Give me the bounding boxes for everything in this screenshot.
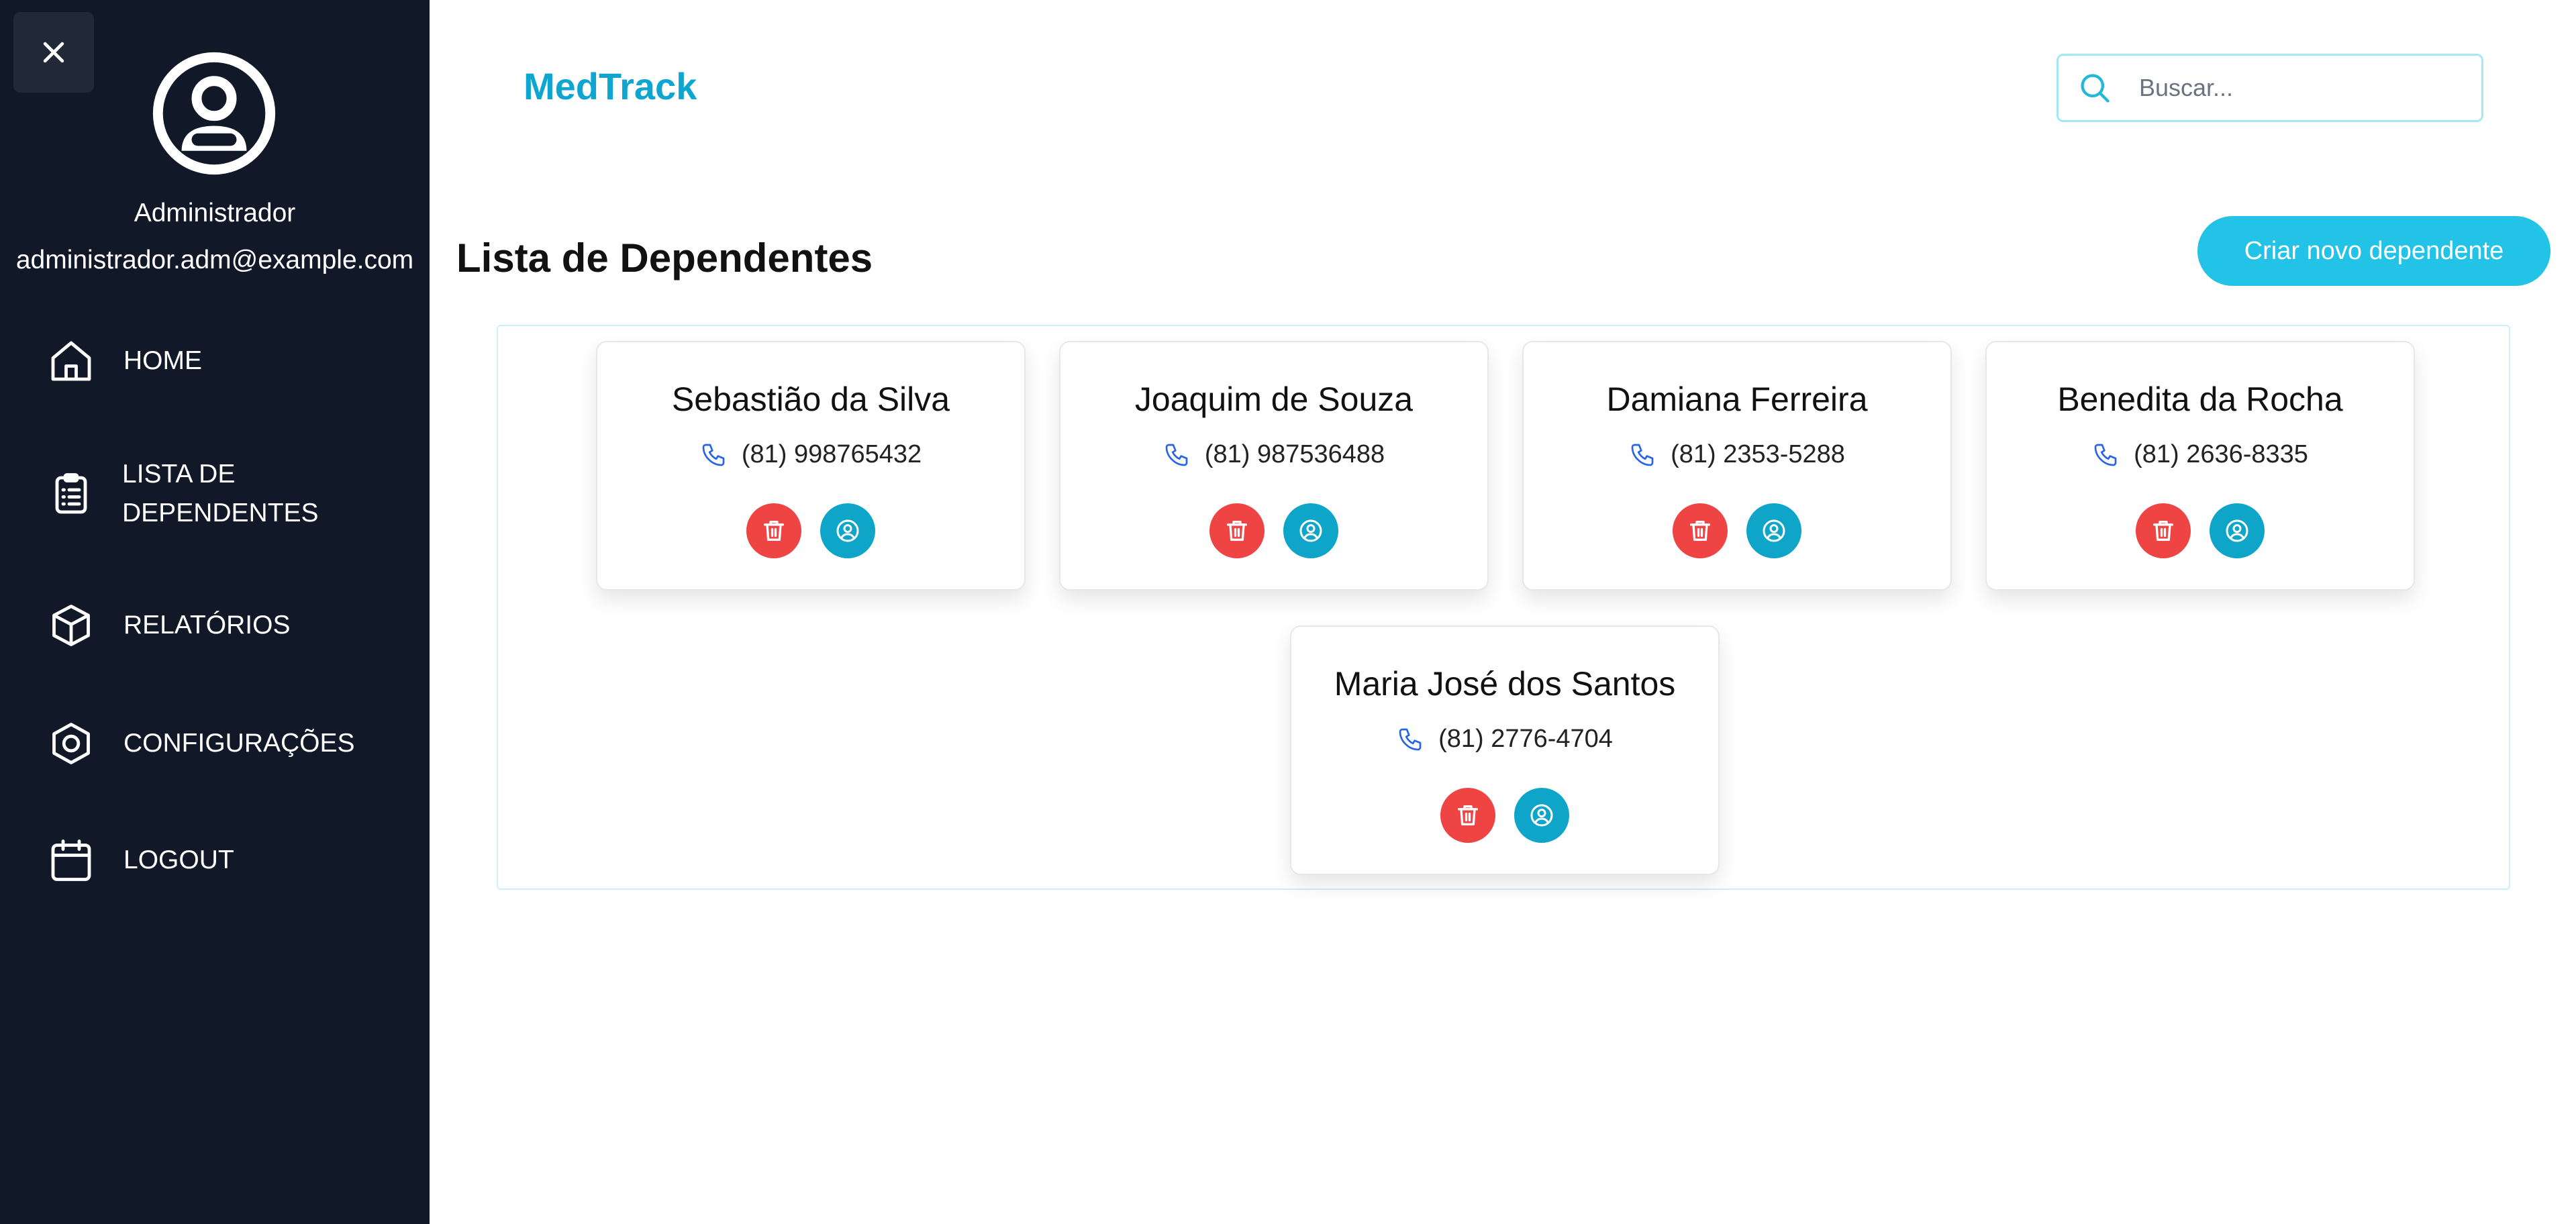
- phone-icon: [702, 444, 725, 466]
- card-actions: [1291, 788, 1718, 843]
- nav-item-home[interactable]: HOME: [47, 337, 409, 385]
- view-profile-button[interactable]: [1283, 503, 1338, 558]
- trash-icon: [1690, 521, 1710, 541]
- close-sidebar-button[interactable]: [13, 12, 94, 93]
- phone-row: (81) 2353-5288: [1524, 440, 1950, 469]
- brand-logo[interactable]: MedTrack: [524, 64, 697, 108]
- user-name: Administrador: [134, 199, 296, 227]
- dependent-phone: (81) 2776-4704: [1438, 725, 1613, 753]
- card-actions: [1987, 503, 2414, 558]
- home-icon: [51, 341, 91, 381]
- view-profile-button[interactable]: [1746, 503, 1801, 558]
- user-email: administrador.adm@example.com: [15, 246, 414, 274]
- nav-item-reports[interactable]: RELATÓRIOS: [47, 601, 409, 650]
- phone-row: (81) 987536488: [1060, 440, 1487, 469]
- close-icon: [43, 42, 64, 63]
- dependent-card: Maria José dos Santos (81) 2776-4704: [1290, 625, 1720, 875]
- nav-item-label: LISTA DE DEPENDENTES: [122, 460, 319, 527]
- trash-icon: [2153, 521, 2173, 541]
- user-circle-icon: [1530, 804, 1553, 827]
- dependent-name: Benedita da Rocha: [2057, 380, 2343, 418]
- create-dependent-button[interactable]: Criar novo dependente: [2197, 216, 2550, 286]
- phone-icon: [1399, 728, 1422, 750]
- sidebar: Administrador administrador.adm@example.…: [0, 0, 430, 1224]
- dependent-card: Damiana Ferreira (81) 2353-5288: [1522, 341, 1952, 591]
- search-box: [2057, 54, 2483, 122]
- nav-item-logout[interactable]: LOGOUT: [47, 836, 409, 884]
- view-profile-button[interactable]: [820, 503, 875, 558]
- delete-button[interactable]: [746, 503, 801, 558]
- card-actions: [597, 503, 1024, 558]
- search-input[interactable]: [2138, 73, 2473, 103]
- user-circle-icon: [1763, 519, 1785, 542]
- search-icon: [2081, 74, 2110, 103]
- phone-icon: [1165, 444, 1188, 466]
- nav-item-label: HOME: [123, 346, 202, 375]
- user-circle-icon: [1299, 519, 1322, 542]
- user-circle-icon: [152, 52, 276, 175]
- nav-item-label: CONFIGURAÇÕES: [123, 729, 355, 758]
- nav-item-settings[interactable]: CONFIGURAÇÕES: [47, 719, 409, 768]
- trash-icon: [1458, 805, 1478, 825]
- dependent-name: Maria José dos Santos: [1334, 665, 1676, 703]
- dependent-phone: (81) 987536488: [1204, 440, 1385, 468]
- phone-row: (81) 998765432: [597, 440, 1024, 469]
- nav-item-label: LOGOUT: [123, 846, 234, 874]
- hexagon-settings-icon: [52, 723, 90, 764]
- delete-button[interactable]: [2136, 503, 2191, 558]
- delete-button[interactable]: [1209, 503, 1265, 558]
- dependent-phone: (81) 2353-5288: [1671, 440, 1845, 468]
- dependent-name: Sebastião da Silva: [671, 380, 950, 418]
- phone-row: (81) 2776-4704: [1291, 725, 1718, 754]
- user-circle-icon: [2226, 519, 2248, 542]
- phone-icon: [1631, 444, 1654, 466]
- dependent-phone: (81) 2636-8335: [2134, 440, 2308, 468]
- calendar-icon: [51, 839, 91, 881]
- dependent-card: Sebastião da Silva (81) 998765432: [596, 341, 1026, 591]
- trash-icon: [1227, 521, 1247, 541]
- cube-icon: [52, 605, 90, 646]
- dependent-name: Joaquim de Souza: [1134, 380, 1414, 418]
- nav-item-label: RELATÓRIOS: [123, 611, 291, 640]
- dependent-phone: (81) 998765432: [741, 440, 922, 468]
- trash-icon: [764, 521, 784, 541]
- delete-button[interactable]: [1673, 503, 1728, 558]
- card-actions: [1060, 503, 1487, 558]
- phone-row: (81) 2636-8335: [1987, 440, 2414, 469]
- delete-button[interactable]: [1440, 788, 1495, 843]
- phone-icon: [2094, 444, 2117, 466]
- dependent-card: Joaquim de Souza (81) 987536488: [1059, 341, 1489, 591]
- page-title: Lista de Dependentes: [456, 236, 873, 280]
- view-profile-button[interactable]: [1514, 788, 1569, 843]
- dependent-name: Damiana Ferreira: [1606, 380, 1868, 418]
- dependent-card: Benedita da Rocha (81) 2636-8335: [1985, 341, 2415, 591]
- dependents-panel: Sebastião da Silva (81) 998765432 Joaqui…: [497, 325, 2510, 890]
- clipboard-list-icon: [55, 473, 87, 514]
- user-circle-icon: [836, 519, 859, 542]
- view-profile-button[interactable]: [2210, 503, 2265, 558]
- card-actions: [1524, 503, 1950, 558]
- nav-item-dependents[interactable]: LISTA DE DEPENDENTES: [47, 455, 409, 533]
